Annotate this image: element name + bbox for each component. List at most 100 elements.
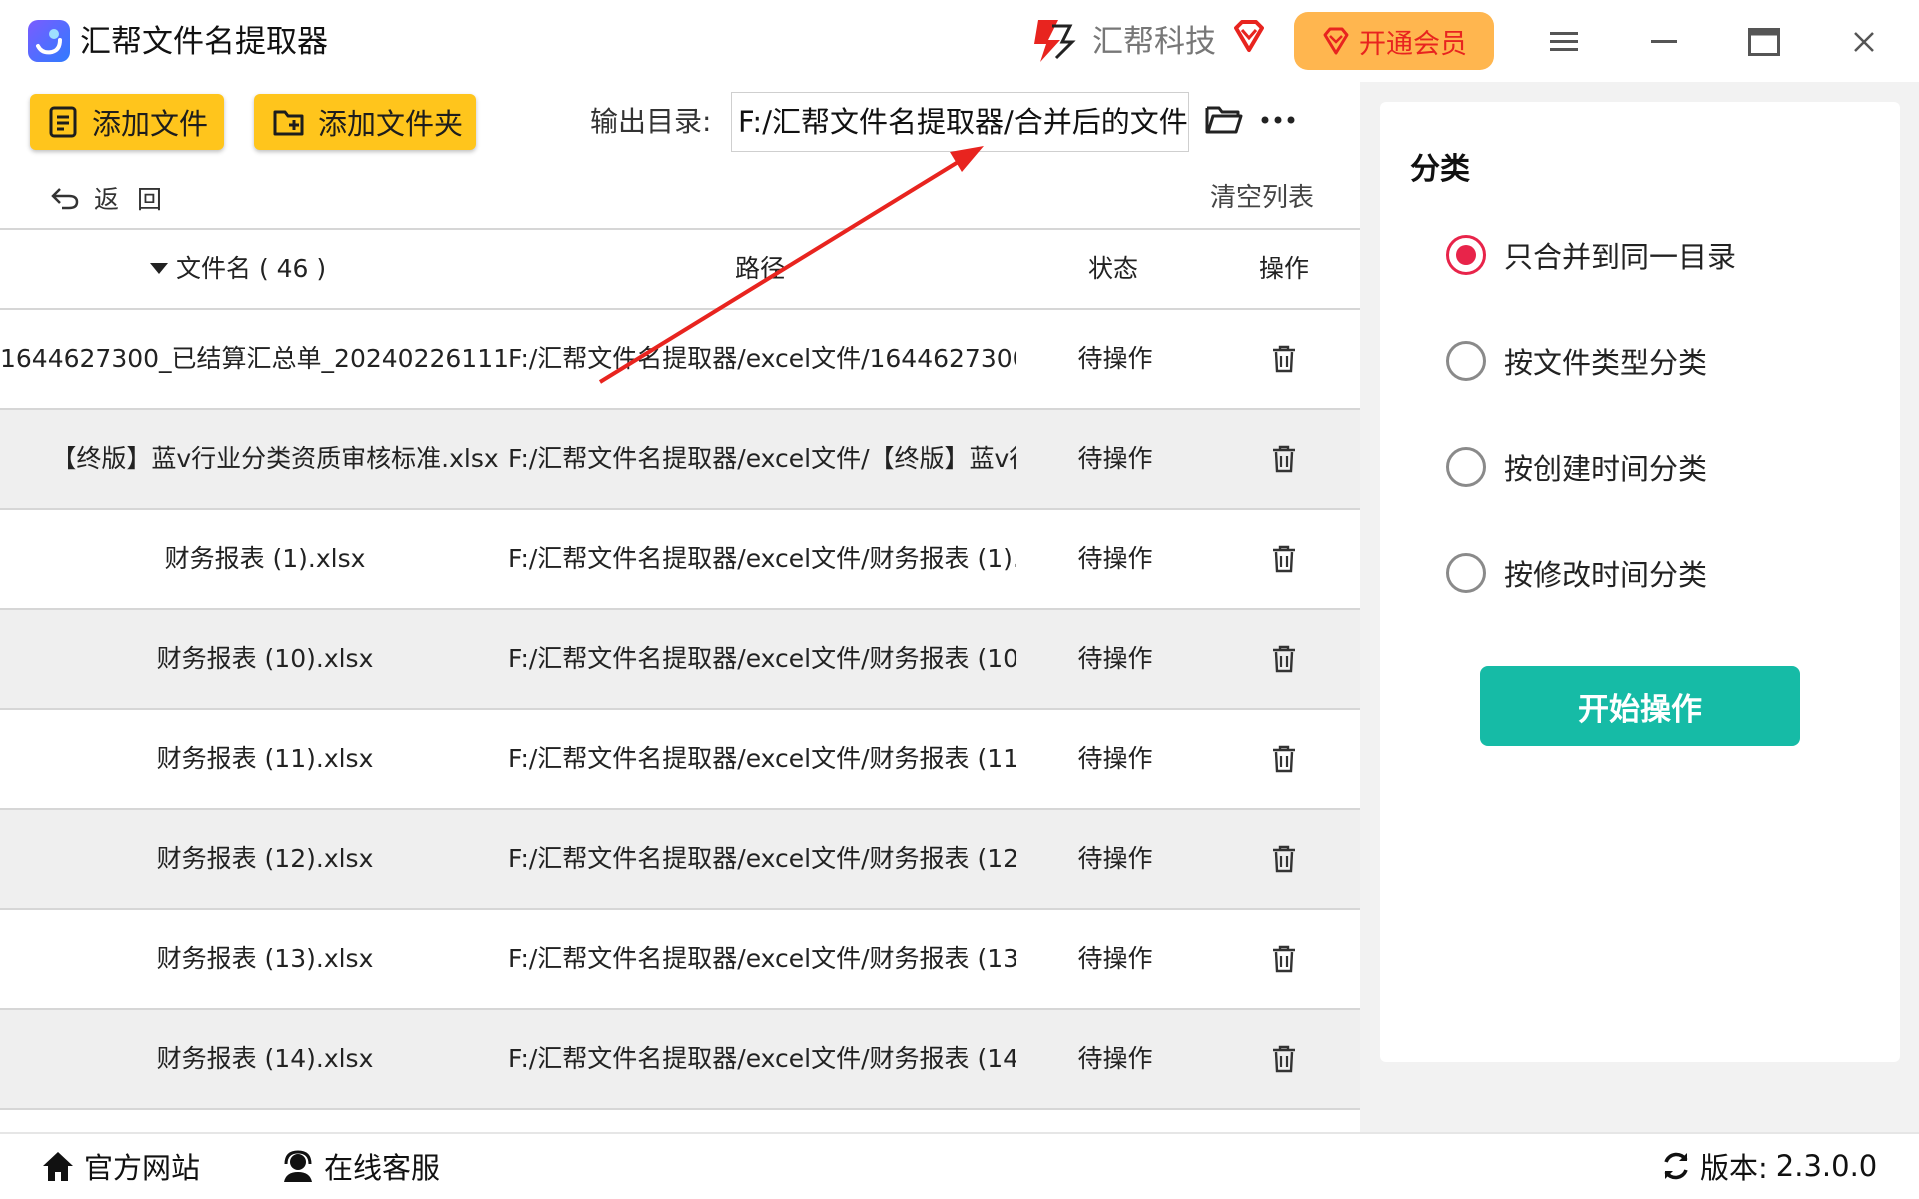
back-button[interactable]: 返回 xyxy=(50,180,180,216)
radio-label: 只合并到同一目录 xyxy=(1504,240,1737,274)
radio-option-created[interactable]: 按创建时间分类 xyxy=(1446,445,1707,489)
file-path: F:/汇帮文件名提取器/excel文件/财务报表 (11).x xyxy=(508,744,1016,773)
customer-service-icon xyxy=(284,1150,312,1182)
file-name: 财务报表 (14).xlsx xyxy=(156,1044,374,1073)
file-path: F:/汇帮文件名提取器/excel文件/财务报表 (1).xl xyxy=(508,544,1016,573)
official-site-label: 官方网站 xyxy=(84,1151,201,1185)
menu-icon[interactable] xyxy=(1544,22,1584,62)
file-name: 财务报表 (1).xlsx xyxy=(164,544,366,573)
delete-icon[interactable] xyxy=(1262,510,1306,608)
official-site-link[interactable]: 官方网站 xyxy=(40,1146,200,1186)
file-name: 财务报表 (11).xlsx xyxy=(156,744,374,773)
delete-icon[interactable] xyxy=(1262,810,1306,908)
brand-logo-icon xyxy=(1030,16,1076,64)
radio-button[interactable] xyxy=(1446,341,1486,381)
radio-label: 按文件类型分类 xyxy=(1504,346,1708,380)
minimize-icon[interactable] xyxy=(1644,22,1684,62)
file-table: 文件名 ( 46 ) 路径 状态 操作 1644627300_已结算汇总单_20… xyxy=(0,228,1360,1110)
classify-title: 分类 xyxy=(1410,152,1470,187)
delete-icon[interactable] xyxy=(1262,710,1306,808)
vip-label: 开通会员 xyxy=(1359,28,1467,60)
radio-button[interactable] xyxy=(1446,553,1486,593)
file-name: 财务报表 (10).xlsx xyxy=(156,644,374,673)
header-path: 路径 xyxy=(734,254,785,283)
maximize-icon[interactable] xyxy=(1744,22,1784,62)
radio-option-filetype[interactable]: 按文件类型分类 xyxy=(1446,339,1707,383)
output-dir-label: 输出目录: xyxy=(590,105,712,138)
start-button[interactable]: 开始操作 xyxy=(1480,666,1800,746)
header-op: 操作 xyxy=(1258,254,1309,283)
online-service-label: 在线客服 xyxy=(324,1151,441,1185)
close-icon[interactable] xyxy=(1844,22,1884,62)
delete-icon[interactable] xyxy=(1262,1010,1306,1108)
delete-icon[interactable] xyxy=(1262,610,1306,708)
file-status: 待操作 xyxy=(1077,644,1153,673)
file-name: 财务报表 (13).xlsx xyxy=(156,944,374,973)
online-service-link[interactable]: 在线客服 xyxy=(280,1146,440,1186)
table-row[interactable]: 财务报表 (1).xlsx F:/汇帮文件名提取器/excel文件/财务报表 (… xyxy=(0,510,1360,610)
file-status: 待操作 xyxy=(1077,1044,1153,1073)
radio-button-checked[interactable] xyxy=(1446,235,1486,275)
file-status: 待操作 xyxy=(1077,544,1153,573)
file-path: F:/汇帮文件名提取器/excel文件/1644627300_E xyxy=(508,344,1016,373)
file-path: F:/汇帮文件名提取器/excel文件/【终版】蓝v行 xyxy=(508,444,1016,473)
add-folder-icon xyxy=(273,110,304,136)
delete-icon[interactable] xyxy=(1262,410,1306,508)
app-title: 汇帮文件名提取器 xyxy=(80,24,328,60)
back-arrow-icon xyxy=(51,188,79,210)
version-value: 2.3.0.0 xyxy=(1775,1149,1878,1183)
file-name: 财务报表 (12).xlsx xyxy=(156,844,374,873)
header-name[interactable]: 文件名 ( 46 ) xyxy=(150,230,380,308)
title-bar: 汇帮文件名提取器 汇帮科技 开通会员 xyxy=(0,0,1919,82)
more-icon[interactable] xyxy=(1260,110,1296,130)
table-row[interactable]: 财务报表 (14).xlsx F:/汇帮文件名提取器/excel文件/财务报表 … xyxy=(0,1010,1360,1110)
add-file-button[interactable]: 添加文件 xyxy=(30,94,224,150)
file-status: 待操作 xyxy=(1077,744,1153,773)
add-folder-button[interactable]: 添加文件夹 xyxy=(254,94,476,150)
radio-label: 按创建时间分类 xyxy=(1504,452,1708,486)
file-status: 待操作 xyxy=(1077,444,1153,473)
radio-option-modified[interactable]: 按修改时间分类 xyxy=(1446,551,1707,595)
vip-button[interactable]: 开通会员 xyxy=(1294,12,1494,70)
add-file-icon xyxy=(49,106,77,138)
delete-icon[interactable] xyxy=(1262,910,1306,1008)
back-label: 返回 xyxy=(94,185,181,214)
output-dir-field[interactable]: F:/汇帮文件名提取器/合并后的文件 xyxy=(731,92,1189,152)
radio-label: 按修改时间分类 xyxy=(1504,558,1708,592)
file-status: 待操作 xyxy=(1077,844,1153,873)
header-status: 状态 xyxy=(1087,254,1138,283)
brand-name: 汇帮科技 xyxy=(1092,24,1216,60)
diamond-icon xyxy=(1230,18,1268,56)
radio-option-merge[interactable]: 只合并到同一目录 xyxy=(1446,233,1736,277)
version-label: 版本: xyxy=(1700,1151,1768,1185)
file-status: 待操作 xyxy=(1077,944,1153,973)
table-row[interactable]: 【终版】蓝v行业分类资质审核标准.xlsx F:/汇帮文件名提取器/excel文… xyxy=(0,410,1360,510)
header-name-label: 文件名 ( 46 ) xyxy=(176,254,327,283)
app-logo-icon xyxy=(28,20,70,62)
version-info: 版本: 2.3.0.0 xyxy=(1660,1146,1877,1186)
open-folder-icon[interactable] xyxy=(1204,102,1244,138)
vip-diamond-icon xyxy=(1323,27,1349,55)
table-row[interactable]: 财务报表 (10).xlsx F:/汇帮文件名提取器/excel文件/财务报表 … xyxy=(0,610,1360,710)
add-folder-label: 添加文件夹 xyxy=(318,107,464,141)
radio-button[interactable] xyxy=(1446,447,1486,487)
sort-down-icon xyxy=(150,263,168,274)
file-name: 【终版】蓝v行业分类资质审核标准.xlsx xyxy=(51,444,499,473)
file-path: F:/汇帮文件名提取器/excel文件/财务报表 (10).x xyxy=(508,644,1016,673)
file-status: 待操作 xyxy=(1077,344,1153,373)
file-path: F:/汇帮文件名提取器/excel文件/财务报表 (12).x xyxy=(508,844,1016,873)
file-name: 1644627300_已结算汇总单_20240226111259.c xyxy=(0,344,510,373)
app-window: 汇帮文件名提取器 汇帮科技 开通会员 添加文件 添加文件夹 输出目录: F:/汇… xyxy=(0,0,1919,1199)
table-row[interactable]: 财务报表 (13).xlsx F:/汇帮文件名提取器/excel文件/财务报表 … xyxy=(0,910,1360,1010)
refresh-icon xyxy=(1664,1152,1688,1180)
home-icon xyxy=(43,1152,73,1181)
file-path: F:/汇帮文件名提取器/excel文件/财务报表 (14).x xyxy=(508,1044,1016,1073)
add-file-label: 添加文件 xyxy=(92,107,209,141)
clear-list-button[interactable]: 清空列表 xyxy=(1210,178,1314,218)
table-row[interactable]: 财务报表 (12).xlsx F:/汇帮文件名提取器/excel文件/财务报表 … xyxy=(0,810,1360,910)
delete-icon[interactable] xyxy=(1262,310,1306,408)
table-header: 文件名 ( 46 ) 路径 状态 操作 xyxy=(0,228,1360,310)
file-path: F:/汇帮文件名提取器/excel文件/财务报表 (13).x xyxy=(508,944,1016,973)
table-row[interactable]: 财务报表 (11).xlsx F:/汇帮文件名提取器/excel文件/财务报表 … xyxy=(0,710,1360,810)
table-row[interactable]: 1644627300_已结算汇总单_20240226111259.c F:/汇帮… xyxy=(0,310,1360,410)
